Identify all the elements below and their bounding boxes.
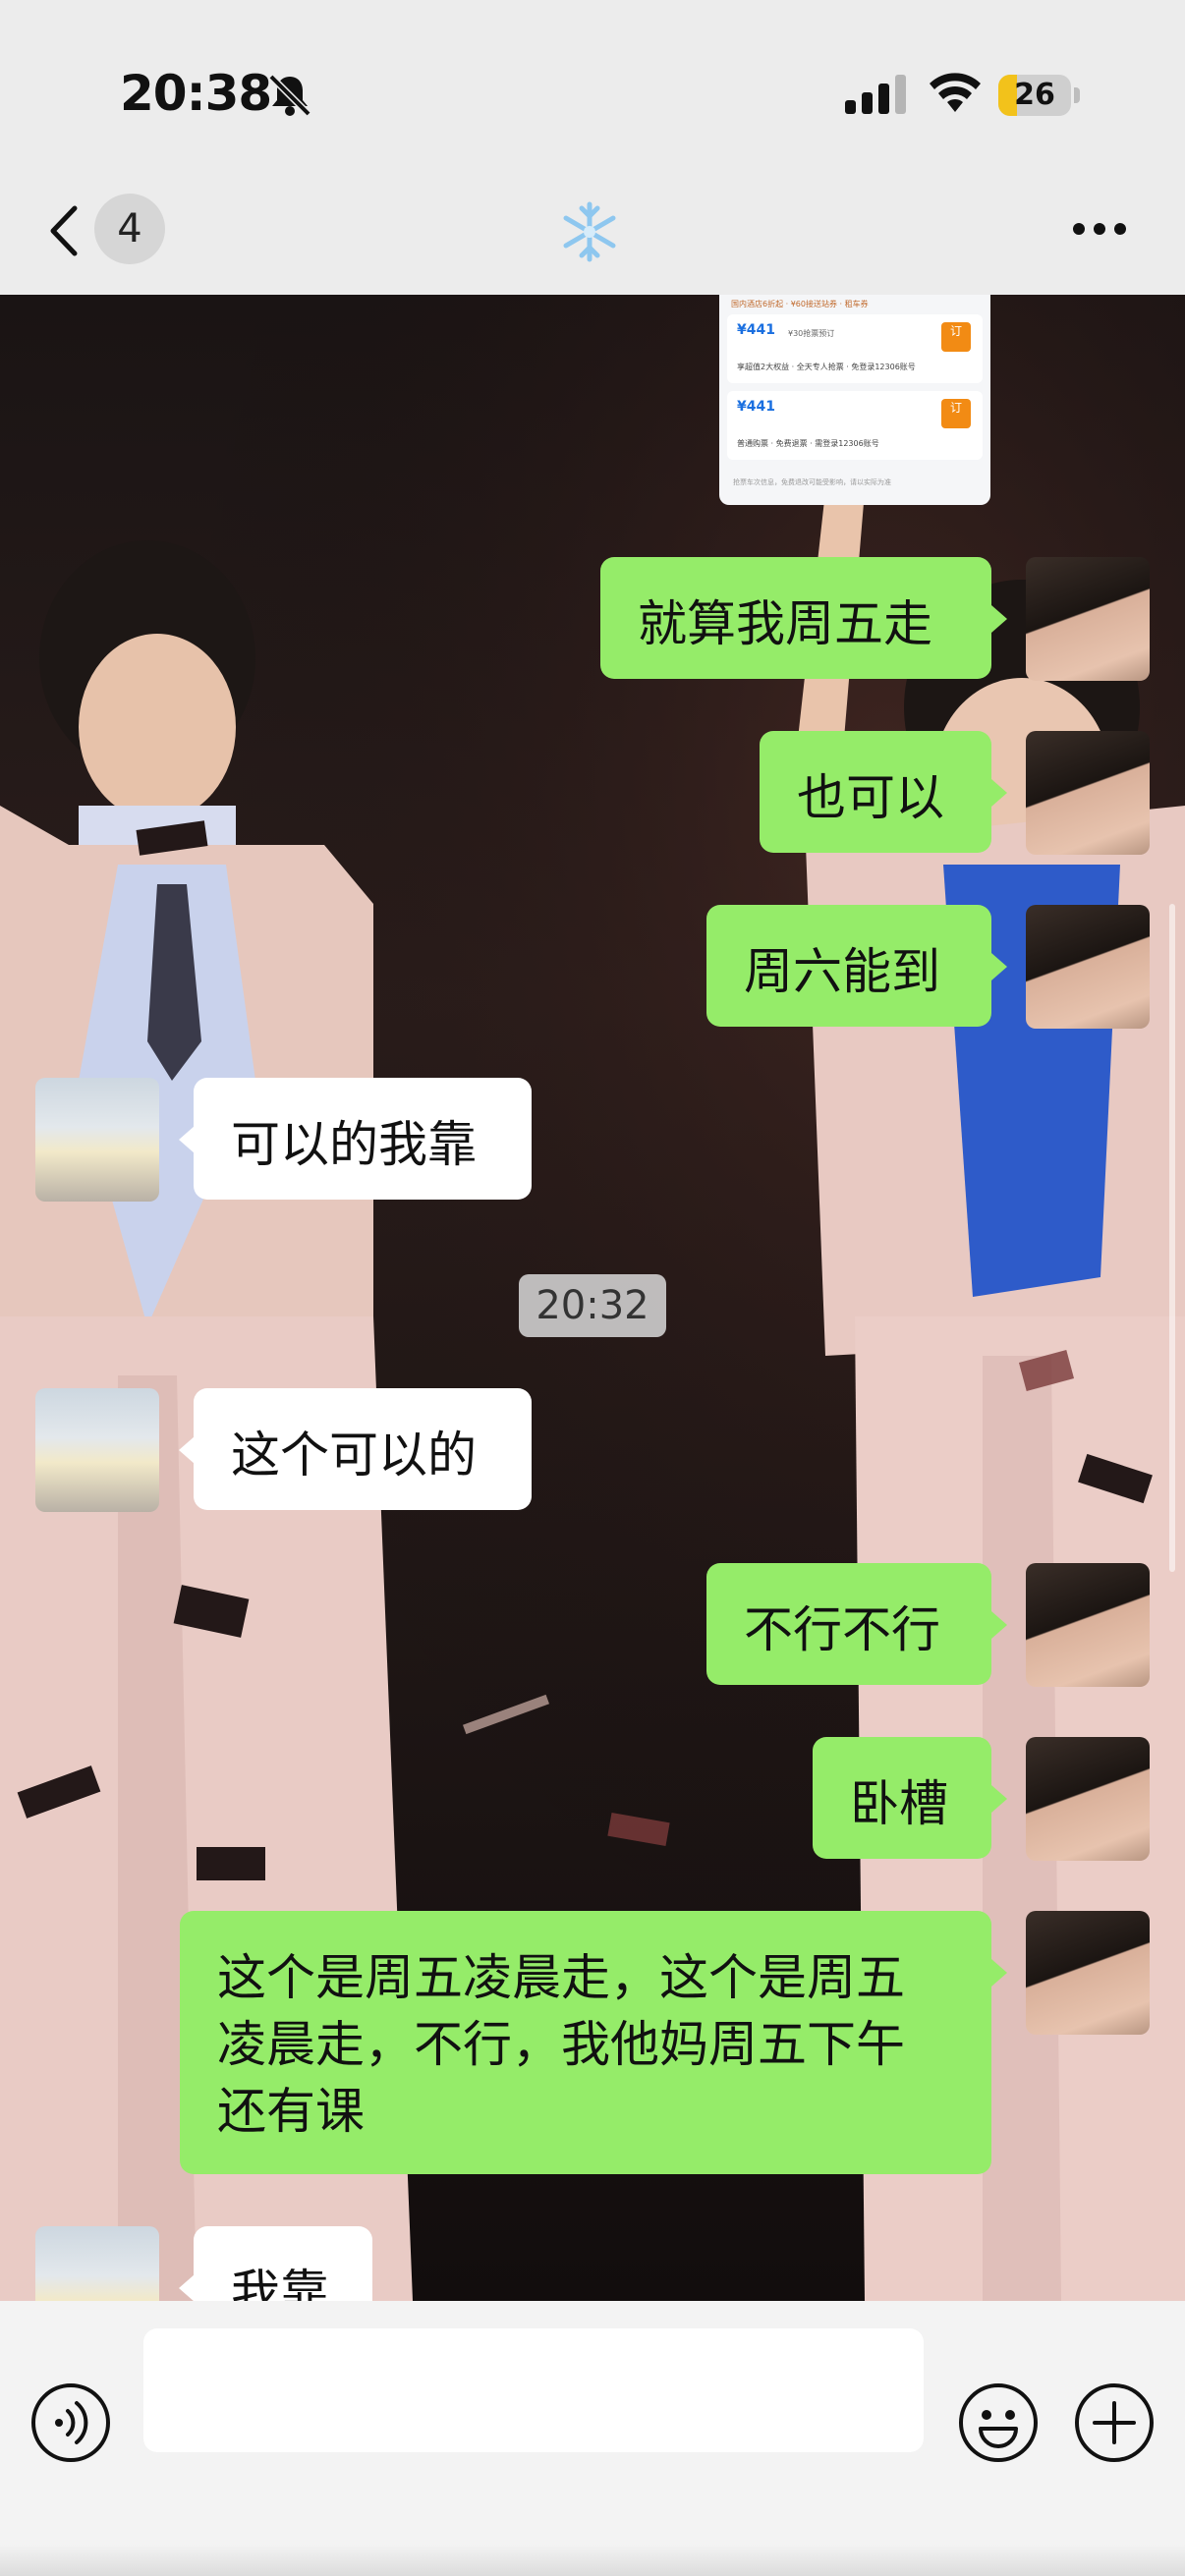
avatar[interactable] (1026, 1911, 1150, 2035)
plus-circle-icon[interactable] (1073, 2381, 1156, 2464)
card-footer: 抢票车次信息，免费退改可能受影响，请以实际为准 (733, 478, 891, 486)
card-option-row: ¥441 ¥30抢票预订 享超值2大权益 · 全天专人抢票 · 免登录12306… (727, 314, 983, 383)
top-bar: 20:38 26 4 (0, 0, 1185, 295)
book-button: 订 (941, 322, 971, 352)
bell-muted-icon (268, 74, 311, 117)
home-indicator (0, 2545, 1185, 2576)
outgoing-message-bubble[interactable]: 这个是周五凌晨走，这个是周五 凌晨走，不行，我他妈周五下午 还有课 (180, 1911, 991, 2174)
card-price: ¥441 (737, 399, 775, 415)
avatar[interactable] (1026, 557, 1150, 681)
avatar[interactable] (1026, 731, 1150, 855)
incoming-message-bubble[interactable]: 我靠 (194, 2226, 372, 2301)
input-bar (0, 2301, 1185, 2576)
shared-image-card[interactable]: 国内酒店6折起 · ¥60接送站券 · 租车券 ¥441 ¥30抢票预订 享超值… (719, 295, 990, 505)
cellular-signal-icon (845, 75, 906, 114)
avatar[interactable] (35, 1078, 159, 1202)
wifi-icon (930, 73, 981, 112)
avatar[interactable] (35, 1388, 159, 1512)
card-sub: 享超值2大权益 · 全天专人抢票 · 免登录12306账号 (737, 363, 916, 371)
time-divider: 20:32 (519, 1274, 666, 1337)
voice-wave-icon[interactable] (29, 2381, 112, 2464)
book-button: 订 (941, 399, 971, 428)
card-sub: 普通购票 · 免费退票 · 需登录12306账号 (737, 439, 879, 448)
ellipsis-icon[interactable] (1069, 214, 1130, 244)
card-option-row: ¥441 普通购票 · 免费退票 · 需登录12306账号 订 (727, 391, 983, 460)
smiley-icon[interactable] (957, 2381, 1040, 2464)
incoming-message-bubble[interactable]: 可以的我靠 (194, 1078, 532, 1200)
avatar[interactable] (35, 2226, 159, 2301)
status-time: 20:38 (120, 65, 272, 122)
outgoing-message-bubble[interactable]: 周六能到 (706, 905, 991, 1027)
avatar[interactable] (1026, 1737, 1150, 1861)
incoming-message-bubble[interactable]: 这个可以的 (194, 1388, 532, 1510)
unread-count-badge[interactable]: 4 (94, 194, 165, 264)
chat-area[interactable]: 国内酒店6折起 · ¥60接送站券 · 租车券 ¥441 ¥30抢票预订 享超值… (0, 295, 1185, 2301)
scrollbar[interactable] (1169, 904, 1175, 1572)
card-note: ¥30抢票预订 (788, 329, 835, 338)
snowflake-icon (563, 201, 616, 262)
message-input[interactable] (143, 2328, 924, 2452)
outgoing-message-bubble[interactable]: 也可以 (760, 731, 991, 853)
card-top-text: 国内酒店6折起 · ¥60接送站券 · 租车券 (731, 300, 869, 308)
avatar[interactable] (1026, 1563, 1150, 1687)
battery-icon: 26 (998, 75, 1080, 116)
chevron-left-icon[interactable] (43, 196, 88, 265)
card-price: ¥441 (737, 322, 775, 338)
outgoing-message-bubble[interactable]: 不行不行 (706, 1563, 991, 1685)
outgoing-message-bubble[interactable]: 就算我周五走 (600, 557, 991, 679)
avatar[interactable] (1026, 905, 1150, 1029)
battery-level: 26 (1014, 78, 1055, 112)
outgoing-message-bubble[interactable]: 卧槽 (813, 1737, 991, 1859)
